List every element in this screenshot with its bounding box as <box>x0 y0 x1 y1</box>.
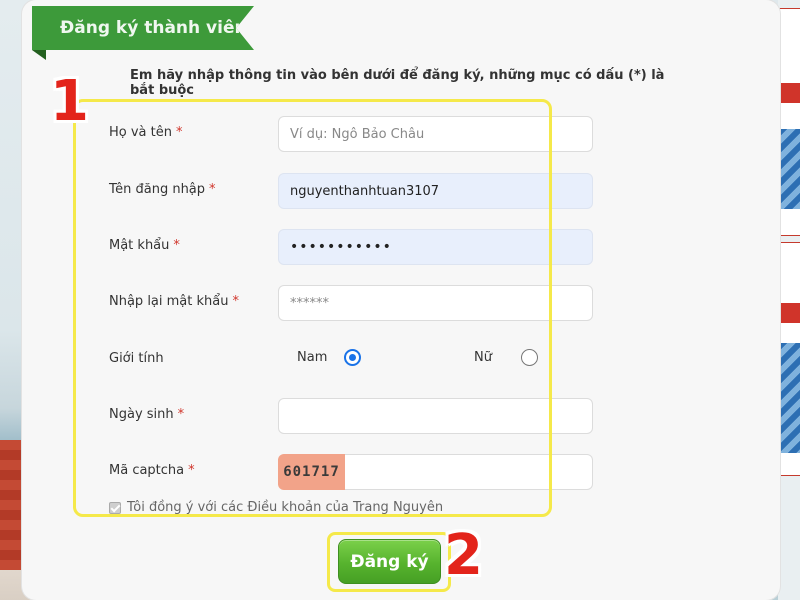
gender-label: Giới tính <box>109 351 164 366</box>
gender-female-label: Nữ <box>474 350 492 365</box>
terms-checkbox[interactable] <box>109 501 121 514</box>
password-confirm-row: Nhập lại mật khẩu * <box>0 283 800 323</box>
captcha-input[interactable] <box>345 454 593 490</box>
terms-label: Tôi đồng ý với các Điều khoản của Trang … <box>127 500 444 515</box>
birthday-input[interactable] <box>278 398 593 434</box>
ribbon-fold <box>32 50 46 60</box>
birthday-row: Ngày sinh * <box>0 396 800 436</box>
fullname-input[interactable] <box>278 116 593 152</box>
step-2-marker: 2 <box>444 523 483 588</box>
password-input[interactable] <box>278 229 593 265</box>
password-label: Mật khẩu * <box>109 238 180 253</box>
instruction-text: Em hãy nhập thông tin vào bên dưới để đă… <box>130 68 665 98</box>
terms-agree[interactable]: Tôi đồng ý với các Điều khoản của Trang … <box>109 500 443 515</box>
fullname-row: Họ và tên * <box>0 114 800 154</box>
page-title: Đăng ký thành viên <box>60 18 247 38</box>
gender-row: Giới tính Nam Nữ <box>0 340 800 380</box>
title-ribbon: Đăng ký thành viên <box>32 6 254 50</box>
password-confirm-input[interactable] <box>278 285 593 321</box>
step-1-marker: 1 <box>50 69 89 134</box>
required-mark: * <box>176 125 183 140</box>
required-mark: * <box>188 463 195 478</box>
password-row: Mật khẩu * <box>0 227 800 267</box>
birthday-label: Ngày sinh * <box>109 407 185 422</box>
username-label: Tên đăng nhập * <box>109 182 216 197</box>
captcha-row: Mã captcha * 601717 <box>0 452 800 492</box>
gender-male-radio[interactable] <box>344 349 361 366</box>
username-input[interactable] <box>278 173 593 209</box>
register-button[interactable]: Đăng ký <box>338 539 441 584</box>
username-row: Tên đăng nhập * <box>0 171 800 211</box>
required-mark: * <box>232 294 239 309</box>
required-mark: * <box>177 407 185 422</box>
fullname-label: Họ và tên * <box>109 125 183 140</box>
gender-female-radio[interactable] <box>521 349 538 366</box>
captcha-label: Mã captcha * <box>109 463 195 478</box>
required-mark: * <box>173 238 180 253</box>
gender-male-label: Nam <box>297 350 328 365</box>
password-confirm-label: Nhập lại mật khẩu * <box>109 294 239 309</box>
required-mark: * <box>209 182 216 197</box>
captcha-image: 601717 <box>278 454 345 490</box>
